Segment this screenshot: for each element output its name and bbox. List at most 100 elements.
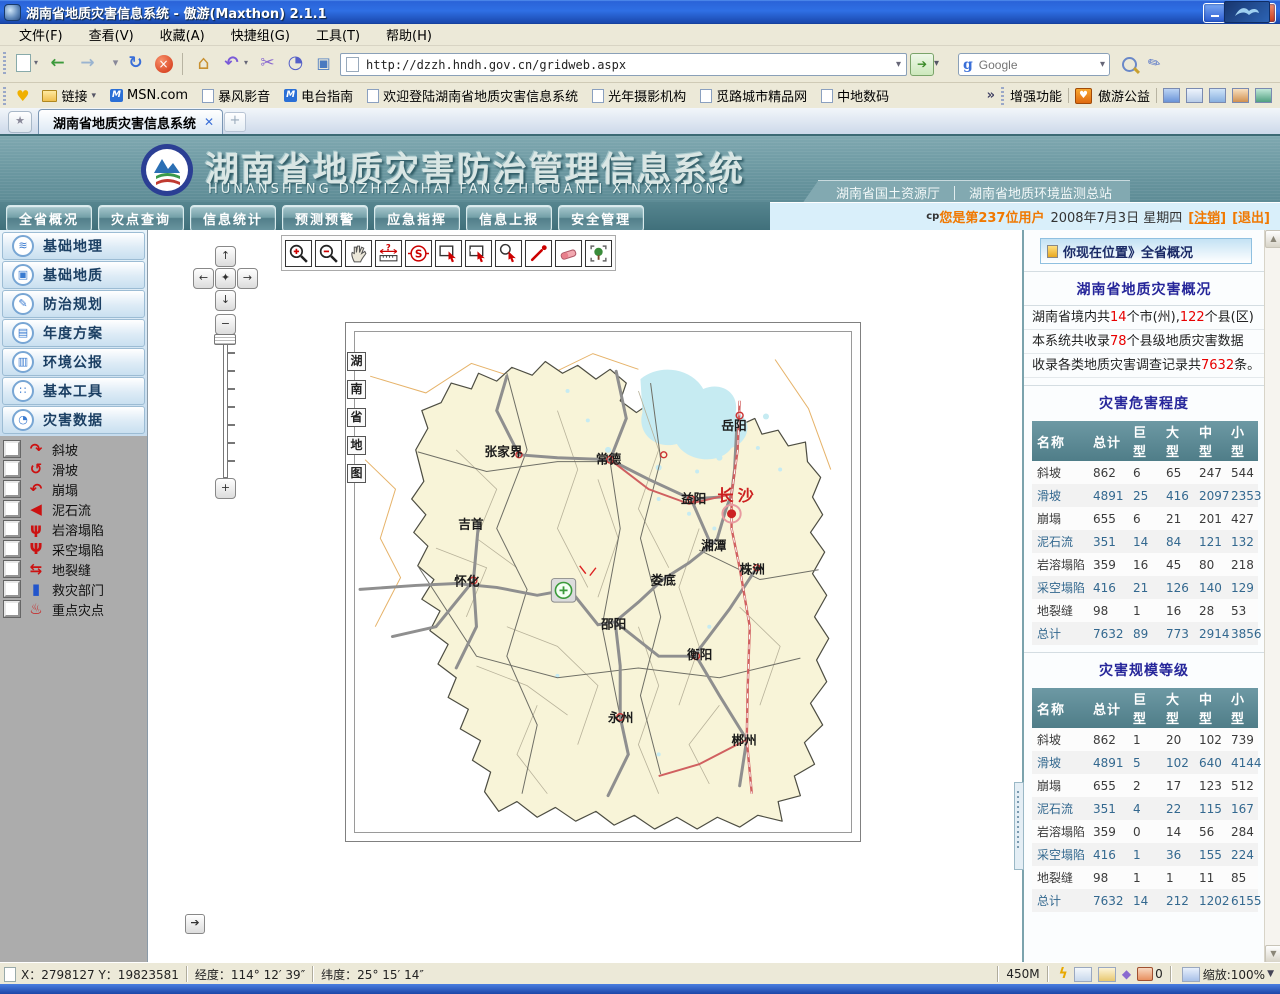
url-input[interactable]	[364, 57, 896, 73]
tab-active[interactable]: 湖南省地质灾害信息系统 ✕	[38, 109, 223, 134]
select-circle-icon[interactable]	[495, 240, 522, 267]
proxy-icon[interactable]	[1074, 967, 1092, 982]
nav-tab-6[interactable]: 安全管理	[558, 205, 644, 232]
scroll-up-icon[interactable]: ▲	[1265, 230, 1280, 248]
go-button[interactable]: ➔	[910, 53, 934, 76]
link-land-resources[interactable]: 湖南省国土资源厅	[836, 183, 940, 202]
bookmarks-grip[interactable]	[3, 87, 6, 105]
menu-item-2[interactable]: 收藏(A)	[147, 23, 218, 46]
menu-item-3[interactable]: 快捷组(G)	[218, 23, 303, 46]
bookmark-item-1[interactable]: 暴风影音	[195, 84, 277, 107]
refresh-icon[interactable]: ↻	[122, 50, 149, 77]
nav-tab-0[interactable]: 全省概况	[6, 205, 92, 232]
zoom-in-icon[interactable]	[285, 240, 312, 267]
stop-icon[interactable]: ×	[150, 50, 177, 77]
sidebar-button-0[interactable]: ≋基础地理	[2, 232, 145, 260]
bookmark-item-5[interactable]: 觅路城市精品网	[693, 84, 814, 107]
sidebar-button-3[interactable]: ▤年度方案	[2, 319, 145, 347]
page-scrollbar[interactable]: ▲ ▼	[1264, 230, 1280, 962]
maxthon-charity-link[interactable]: 傲游公益	[1098, 86, 1150, 105]
select-rect-icon[interactable]	[435, 240, 462, 267]
zoom-slider-plus-button[interactable]: +	[215, 478, 236, 499]
nav-tab-4[interactable]: 应急指挥	[374, 205, 460, 232]
sidebar-button-6[interactable]: ◔灾害数据	[2, 406, 145, 434]
link-geo-environment-station[interactable]: 湖南省地质环境监测总站	[969, 183, 1112, 202]
map-canvas[interactable]: 张家界常德岳阳益阳长沙吉首湘潭株洲怀化娄底邵阳衡阳永州郴州	[354, 331, 852, 833]
new-tab-button[interactable]: +	[224, 112, 246, 132]
bookmarks-overflow-chevron[interactable]: »	[987, 88, 995, 103]
bookmark-item-4[interactable]: 光年摄影机构	[585, 84, 693, 107]
plugin-icon[interactable]: ◆	[1122, 967, 1131, 981]
sidebar-button-5[interactable]: ∷基本工具	[2, 377, 145, 405]
layer-checkbox[interactable]	[4, 581, 20, 597]
go-dropdown-icon[interactable]: ▾	[934, 58, 939, 69]
add-point-marker[interactable]	[551, 579, 575, 603]
notes-panel-icon[interactable]	[1209, 88, 1226, 103]
search-input[interactable]	[977, 57, 1100, 73]
window-panel-icon[interactable]	[1186, 88, 1203, 103]
bookmark-item-3[interactable]: 欢迎登陆湖南省地质灾害信息系统	[360, 84, 585, 107]
new-page-icon[interactable]	[10, 50, 37, 77]
favorites-heart-icon[interactable]: ♥	[8, 87, 35, 105]
undo-dropdown-icon[interactable]: ▾	[244, 58, 248, 67]
tab-close-icon[interactable]: ✕	[204, 115, 214, 129]
nav-tab-2[interactable]: 信息统计	[190, 205, 276, 232]
sidebar-button-4[interactable]: ▥环境公报	[2, 348, 145, 376]
bookmark-item-0[interactable]: MMSN.com	[103, 86, 195, 105]
scroll-down-icon[interactable]: ▼	[1265, 945, 1280, 963]
search-go-icon[interactable]	[1122, 57, 1137, 75]
user-panel-icon[interactable]	[1163, 88, 1180, 103]
back-icon[interactable]: ←	[44, 50, 71, 77]
nav-tab-1[interactable]: 灾点查询	[98, 205, 184, 232]
boost-icon[interactable]: ϟ	[1059, 966, 1068, 982]
filter-wand-icon[interactable]: ✂	[254, 50, 281, 77]
nav-tab-5[interactable]: 信息上报	[466, 205, 552, 232]
layer-checkbox[interactable]	[4, 481, 20, 497]
nav-tab-3[interactable]: 预测预警	[282, 205, 368, 232]
scale-icon[interactable]: S	[405, 240, 432, 267]
pan-left-button[interactable]: ←	[193, 268, 214, 289]
eraser-icon[interactable]	[555, 240, 582, 267]
zoom-dropdown-icon[interactable]: ▼	[1267, 969, 1274, 979]
undo-icon[interactable]: ↶	[218, 50, 245, 77]
collapse-left-button[interactable]: ➔	[185, 914, 205, 934]
pan-center-button[interactable]: ✦	[215, 268, 236, 289]
menu-item-5[interactable]: 帮助(H)	[373, 23, 445, 46]
exit-link[interactable]: [退出]	[1232, 207, 1270, 226]
right-grip[interactable]	[1001, 87, 1004, 105]
clock-icon[interactable]: ◔	[282, 50, 309, 77]
minimize-button[interactable]	[1203, 3, 1226, 23]
panel-splitter-handle[interactable]	[1014, 782, 1024, 870]
layer-checkbox[interactable]	[4, 501, 20, 517]
toolbar-grip[interactable]	[3, 52, 6, 76]
bookmark-item-6[interactable]: 中地数码	[814, 84, 896, 107]
pan-down-button[interactable]: ↓	[215, 290, 236, 311]
layer-checkbox[interactable]	[4, 601, 20, 617]
paint-tools-icon[interactable]	[1232, 88, 1249, 103]
menu-item-1[interactable]: 查看(V)	[76, 23, 147, 46]
menu-item-4[interactable]: 工具(T)	[303, 23, 373, 46]
hunan-province-map[interactable]: 张家界常德岳阳益阳长沙吉首湘潭株洲怀化娄底邵阳衡阳永州郴州	[355, 332, 851, 832]
map-workspace[interactable]: ↑ ← ✦ → ↓ − + ?S	[148, 230, 1022, 962]
popup-blocker-icon[interactable]	[1137, 967, 1153, 981]
zoom-slider-handle[interactable]	[214, 334, 236, 345]
search-dropdown-icon[interactable]: ▾	[1100, 59, 1109, 70]
add-point-icon[interactable]	[525, 240, 552, 267]
menu-item-0[interactable]: 文件(F)	[6, 23, 76, 46]
sidebar-button-2[interactable]: ✎防治规划	[2, 290, 145, 318]
pan-right-button[interactable]: →	[237, 268, 258, 289]
world-icon[interactable]	[1255, 88, 1272, 103]
zoom-level[interactable]: 缩放:100%	[1203, 966, 1265, 983]
full-extent-icon[interactable]	[585, 240, 612, 267]
url-dropdown-icon[interactable]: ▾	[896, 59, 906, 70]
highlight-pen-icon[interactable]: ✎	[1144, 52, 1164, 74]
layer-checkbox[interactable]	[4, 561, 20, 577]
bookmark-item-2[interactable]: M电台指南	[277, 84, 360, 107]
home-icon[interactable]: ⌂	[190, 50, 217, 77]
measure-icon[interactable]: ?	[375, 240, 402, 267]
zoom-out-icon[interactable]	[315, 240, 342, 267]
sidebar-button-1[interactable]: ▣基础地质	[2, 261, 145, 289]
deselect-rect-icon[interactable]	[465, 240, 492, 267]
pan-up-button[interactable]: ↑	[215, 246, 236, 267]
layer-checkbox[interactable]	[4, 461, 20, 477]
